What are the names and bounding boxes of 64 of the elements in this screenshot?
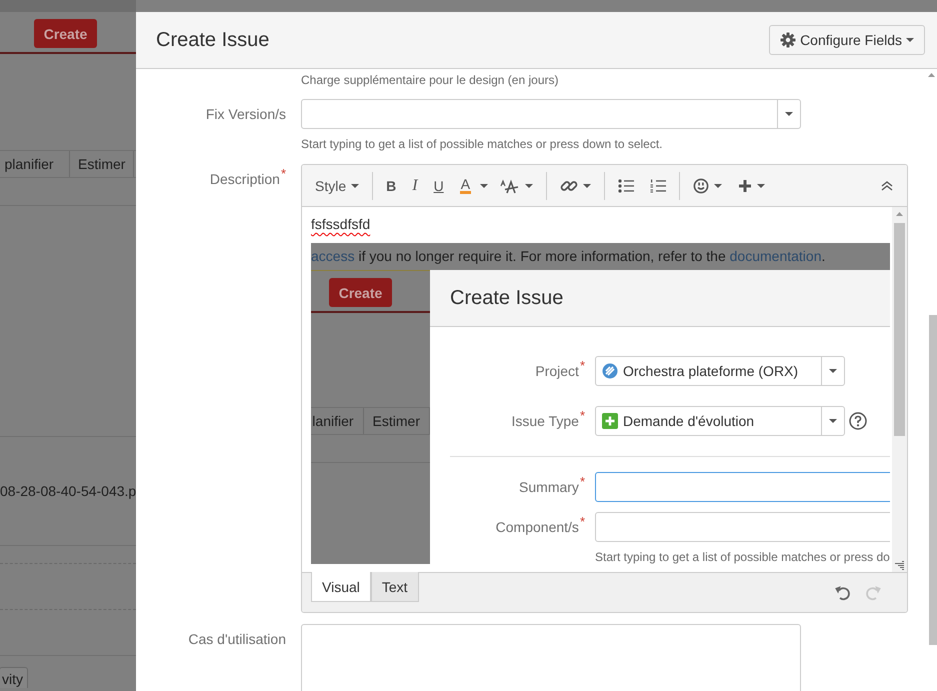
tab[interactable]: lanifier [311,408,364,434]
select-field[interactable]: Orchestra plateforme (ORX) [595,356,845,386]
format-button[interactable]: B [378,172,404,200]
caret-icon [480,184,488,188]
file-name: 08-28-08-40-54-043.p [0,483,136,499]
tab[interactable]: planifier [0,151,70,177]
scroll-up-icon[interactable] [928,73,935,77]
undo-icon[interactable] [835,585,851,601]
field-label: Cas d'utilisation [188,631,286,647]
help-icon[interactable] [849,412,867,430]
caret-icon [714,184,722,188]
required-asterisk: * [580,514,585,529]
resize-grip-icon[interactable] [895,561,904,570]
format-button[interactable]: U [426,172,452,200]
field-label: Fix Version/s [206,106,286,122]
input-field[interactable] [595,472,890,502]
bullet-list-icon [618,178,634,192]
field-label: Summary [519,479,579,495]
field-hint: Start typing to get a list of possible matches or press down to select. [301,137,664,151]
mode-tab[interactable]: Visual [311,572,371,602]
settings-icon [780,32,796,48]
create-button[interactable]: Create [34,19,97,48]
required-asterisk: * [580,358,585,373]
create-button[interactable]: Create [329,278,392,307]
required-asterisk: * [280,166,286,181]
text-size-icon [500,178,520,194]
caret-icon [906,38,914,42]
caret-icon [829,419,837,423]
numbered-list-icon [650,178,666,192]
notice-text: access if you no longer require it. For more information, refer to the documentation. [311,247,826,266]
plus-icon [738,178,752,192]
field-label: Project [535,363,579,379]
dialog-title: Create Issue [450,286,564,310]
mode-tab[interactable]: Text [370,572,419,602]
field-hint: Charge supplémentaire pour le design (en jours) [301,73,558,87]
collapse-icon [881,180,893,190]
caret-icon [583,184,592,188]
dialog-title: Create Issue [156,28,270,52]
activity-button[interactable]: vity [0,667,28,688]
caret-icon [785,112,793,116]
project-icon [602,363,618,379]
caret-icon [757,184,766,188]
editor-text: fsfssdfsfd [311,216,372,233]
format-button[interactable]: A [452,172,476,200]
caret-icon [525,184,534,188]
format-button[interactable]: I [404,172,426,200]
plus-square-icon [602,413,618,429]
scrollbar-thumb[interactable] [929,315,937,645]
style-dropdown[interactable]: Style [307,172,368,200]
field-hint: Start typing to get a list of possible matches or press do [595,550,890,564]
configure-fields-button[interactable]: Configure Fields [769,25,925,55]
select-field[interactable] [301,99,801,129]
input-field[interactable] [595,512,890,542]
required-asterisk: * [580,408,585,423]
tab[interactable]: Estimer [70,151,134,177]
emoji-icon [693,178,710,194]
required-asterisk: * [580,474,585,489]
caret-icon [829,369,837,373]
scrollbar-thumb[interactable] [894,223,905,436]
field-label: Component/s [496,519,579,535]
select-field[interactable]: Demande d'évolution [595,406,845,436]
field-label: Description [210,171,280,187]
field-label: Issue Type [511,413,579,429]
caret-icon [351,184,360,188]
